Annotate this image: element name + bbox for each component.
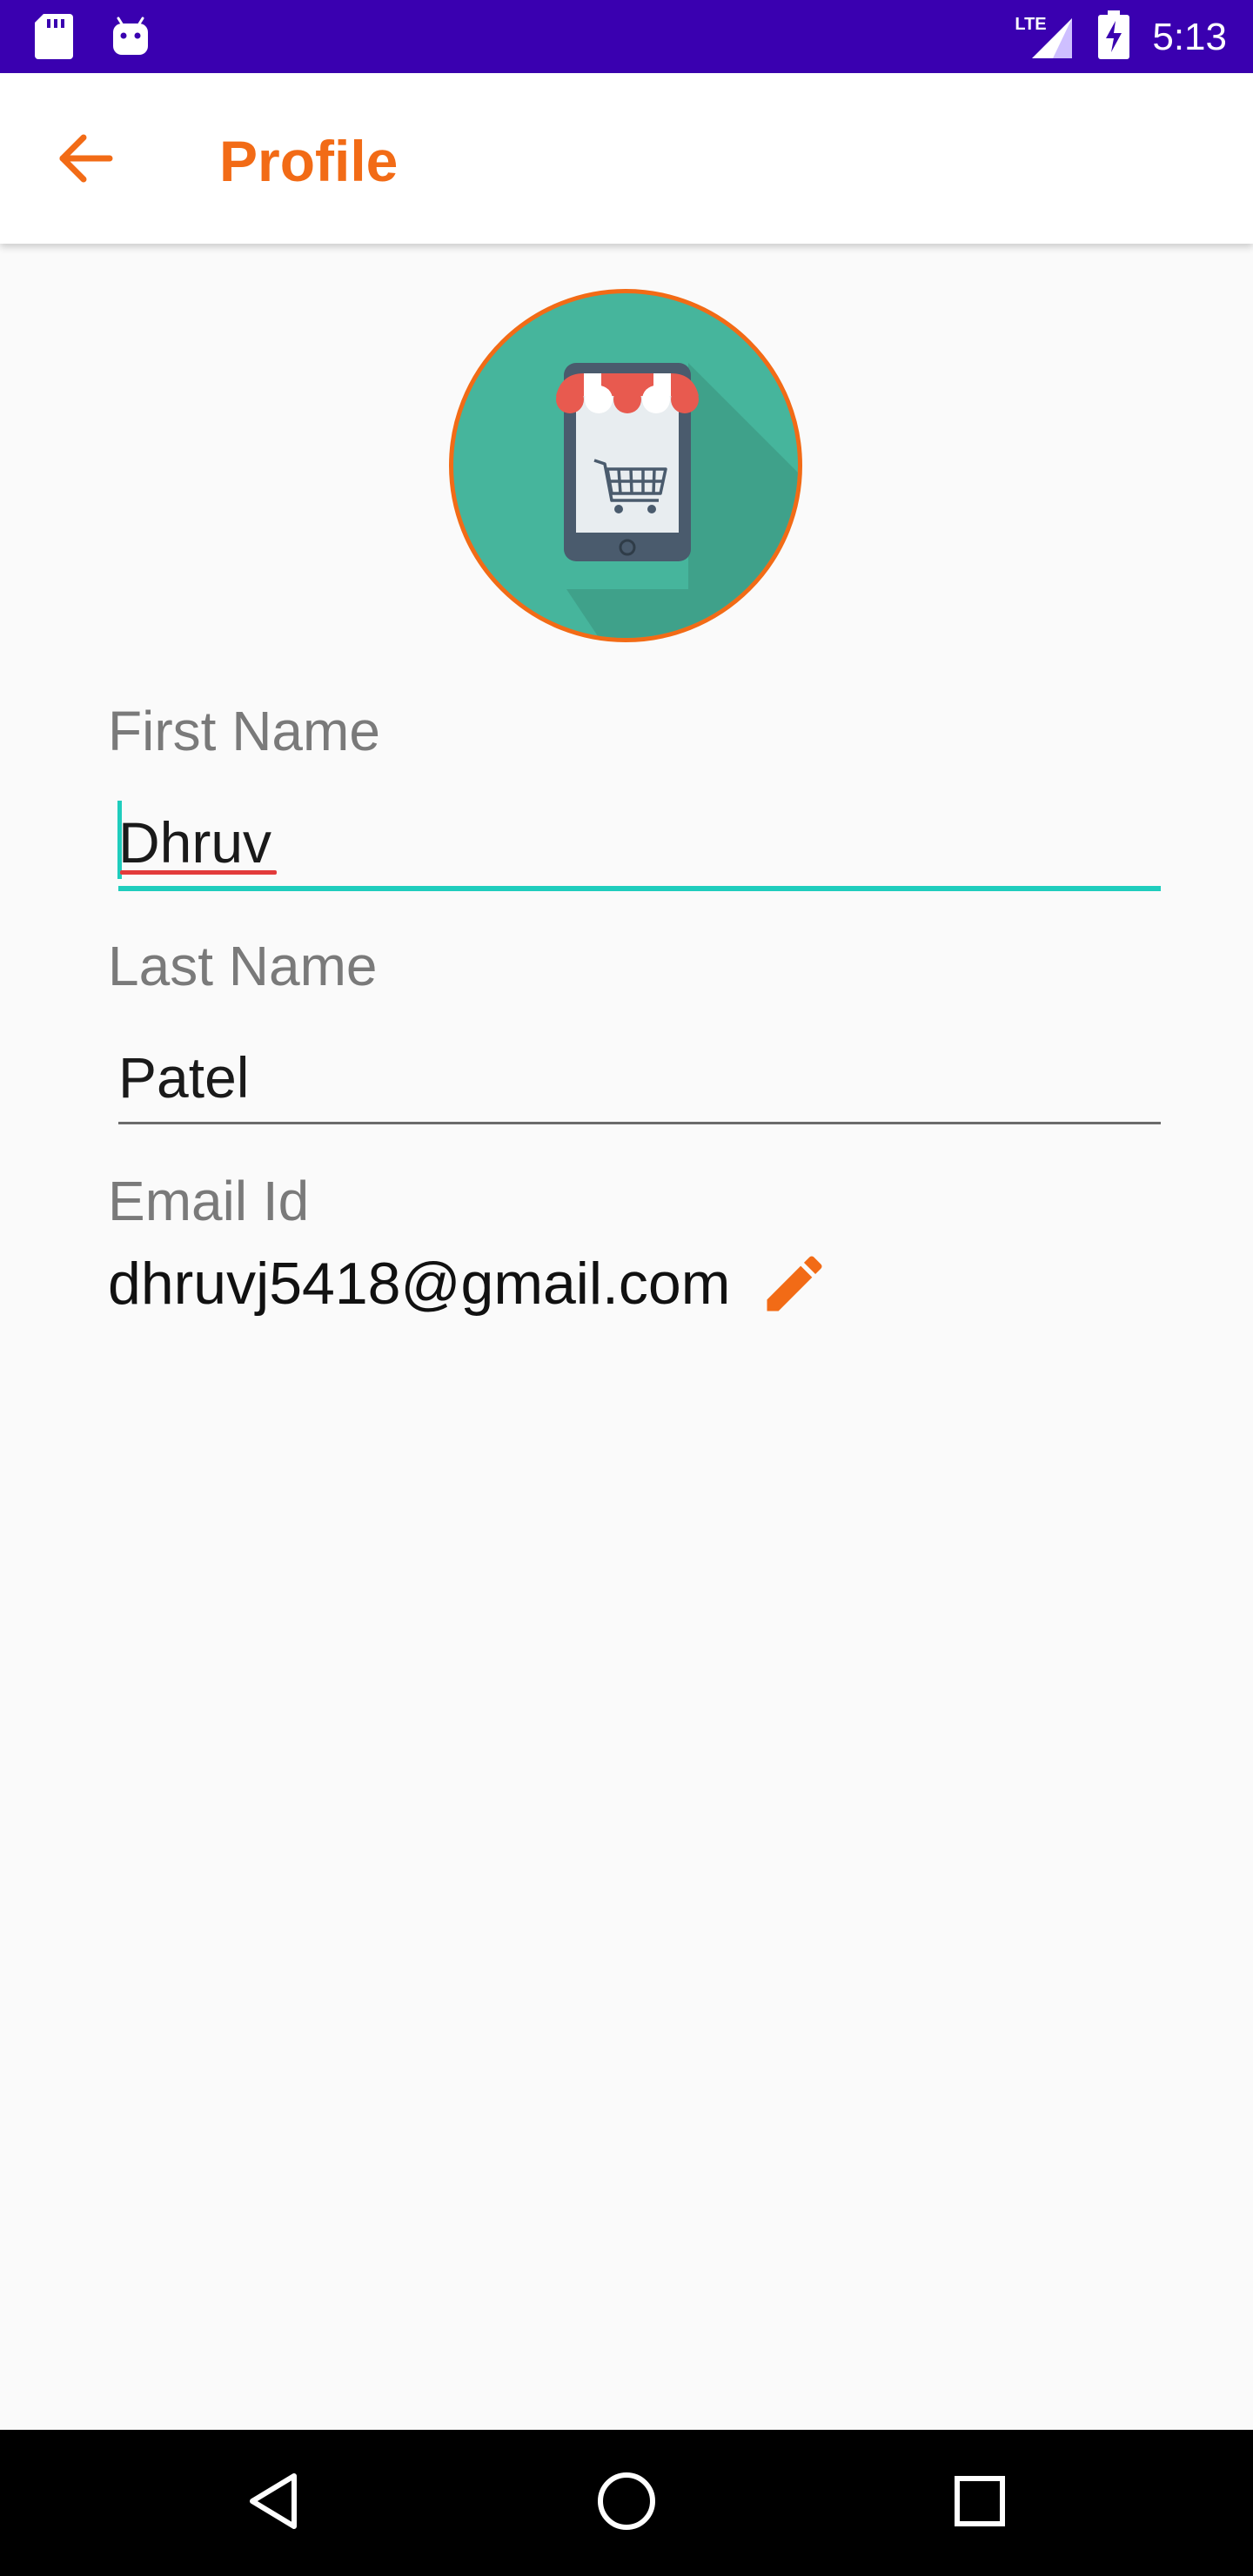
signal-icon: LTE: [1015, 13, 1075, 62]
home-circle-icon: [595, 2470, 658, 2537]
edit-email-button[interactable]: [755, 1246, 834, 1325]
last-name-field[interactable]: [118, 1039, 1161, 1116]
app-bar: Profile: [0, 73, 1253, 244]
first-name-underline: [118, 886, 1161, 891]
android-icon: [111, 17, 150, 61]
profile-avatar[interactable]: [449, 289, 802, 642]
email-value: dhruvj5418@gmail.com: [108, 1251, 731, 1317]
back-triangle-icon: [245, 2471, 301, 2536]
nav-recents-button[interactable]: [936, 2459, 1023, 2546]
nav-home-button[interactable]: [583, 2459, 670, 2546]
last-name-label: Last Name: [108, 935, 378, 997]
status-right-icons: LTE 5:13: [1015, 10, 1227, 64]
text-cursor: [117, 801, 122, 879]
first-name-label: First Name: [108, 700, 380, 762]
email-label: Email Id: [108, 1170, 310, 1232]
page-title: Profile: [219, 129, 399, 193]
back-button[interactable]: [49, 124, 122, 197]
battery-charging-icon: [1098, 10, 1130, 64]
status-left-icons: [35, 14, 150, 64]
system-nav-bar: [0, 2430, 1253, 2576]
arrow-back-icon: [57, 134, 113, 187]
mobile-shop-cart-icon: [453, 363, 798, 638]
recents-square-icon: [952, 2473, 1008, 2533]
nav-back-button[interactable]: [230, 2459, 317, 2546]
status-time: 5:13: [1152, 15, 1227, 58]
first-name-field[interactable]: [118, 804, 1161, 881]
last-name-underline: [118, 1122, 1161, 1124]
spellcheck-underline: [120, 870, 277, 875]
status-bar: LTE 5:13: [0, 0, 1253, 73]
sd-card-icon: [35, 14, 73, 64]
pencil-icon: [758, 1247, 831, 1325]
